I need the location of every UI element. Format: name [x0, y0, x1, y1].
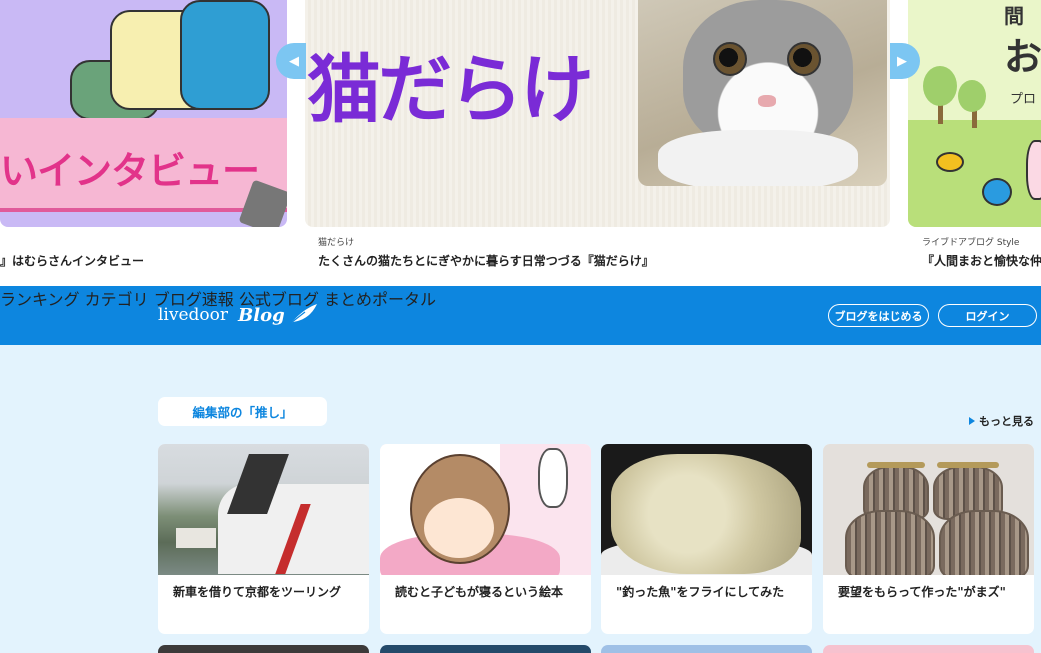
carousel-slide[interactable]: 猫だらけ 猫だらけ たくさんの猫たちとにぎやかに暮らす日常つづる『猫だらけ』	[305, 0, 890, 286]
illustration-shape	[908, 120, 1041, 227]
card-title: 要望をもらって作った"がまズ"	[838, 585, 1006, 599]
more-link-label: もっと見る	[979, 415, 1034, 428]
chevron-right-icon: ▶	[897, 53, 907, 69]
illustration-shape	[939, 510, 1029, 575]
logo-text: livedoor	[158, 305, 229, 325]
card-title: 新車を借りて京都をツーリング	[173, 585, 342, 599]
article-card[interactable]	[380, 645, 591, 653]
cat-eye	[787, 42, 821, 76]
slide-caption[interactable]: 』はむらさんインタビュー	[0, 252, 144, 269]
banner-text: 猫だらけ	[307, 47, 594, 133]
illustration-shape	[982, 178, 1012, 206]
nav-link-category[interactable]: カテゴリ	[85, 290, 149, 309]
banner-text: いインタビュー	[0, 149, 260, 193]
slide-banner-image[interactable]: いインタビュー	[0, 0, 287, 227]
article-card[interactable]	[601, 645, 812, 653]
login-button[interactable]: ログイン	[938, 304, 1037, 327]
banner-text: プロ	[1010, 92, 1037, 107]
slide-source: ライブドアブログ Style	[922, 238, 1020, 248]
illustration-shape	[958, 80, 986, 112]
logo-blog-text: Blog	[238, 304, 285, 326]
article-card[interactable]: 新車を借りて京都をツーリング	[158, 444, 369, 634]
site-logo[interactable]: livedoor Blog	[158, 300, 319, 330]
slide-banner-image[interactable]: 間 お プロ	[908, 0, 1041, 227]
slide-banner-image[interactable]: 猫だらけ	[305, 0, 890, 227]
banner-text: 間	[1004, 4, 1024, 28]
main-content: 編集部の「推し」 もっと見る 新車を借りて京都をツーリング 読むと子どもが寝ると…	[0, 345, 1041, 653]
article-card[interactable]: 要望をもらって作った"がまズ"	[823, 444, 1034, 634]
article-card[interactable]: 読むと子どもが寝るという絵本	[380, 444, 591, 634]
card-thumbnail	[601, 444, 812, 575]
illustration-shape	[923, 66, 957, 106]
illustration-shape	[538, 448, 568, 508]
carousel-slide[interactable]: いインタビュー 』はむらさんインタビュー	[0, 0, 290, 286]
illustration-shape	[1026, 140, 1041, 200]
illustration-shape	[180, 0, 270, 110]
card-thumbnail	[823, 444, 1034, 575]
card-title: "釣った魚"をフライにしてみた	[616, 585, 785, 599]
more-link[interactable]: もっと見る	[969, 413, 1034, 429]
start-blog-button[interactable]: ブログをはじめる	[828, 304, 929, 327]
cat-face	[683, 0, 853, 150]
illustration-shape	[936, 152, 964, 172]
illustration-shape	[845, 510, 935, 575]
illustration-shape	[611, 454, 801, 574]
card-thumbnail	[380, 444, 591, 575]
card-thumbnail	[158, 444, 369, 575]
banner-text: お	[1004, 35, 1041, 79]
carousel-prev-button[interactable]: ◀	[276, 43, 306, 79]
card-title: 読むと子どもが寝るという絵本	[395, 585, 564, 599]
article-card[interactable]	[823, 645, 1034, 653]
slide-caption[interactable]: 『人間まおと愉快な仲	[922, 252, 1041, 269]
illustration-shape	[176, 528, 216, 548]
cat-body	[658, 130, 858, 186]
section-title: 編集部の「推し」	[158, 397, 327, 426]
global-header: livedoor Blog ランキング カテゴリ ブログ速報 公式ブログ まとめ…	[0, 286, 1041, 345]
triangle-right-icon	[969, 417, 975, 425]
illustration-shape	[867, 462, 925, 468]
nav-link-matome-portal[interactable]: まとめポータル	[324, 290, 436, 309]
illustration-shape	[424, 498, 494, 558]
carousel-slide[interactable]: 間 お プロ ライブドアブログ Style 『人間まおと愉快な仲	[908, 0, 1041, 286]
article-card[interactable]	[158, 645, 369, 653]
article-card[interactable]: "釣った魚"をフライにしてみた	[601, 444, 812, 634]
chevron-left-icon: ◀	[289, 53, 299, 69]
cat-eye	[713, 42, 747, 76]
illustration-shape	[937, 462, 999, 468]
cat-nose	[758, 95, 776, 107]
feather-icon	[286, 304, 317, 327]
nav-link-ranking[interactable]: ランキング	[0, 290, 80, 309]
slide-source: 猫だらけ	[318, 238, 355, 248]
cat-photo	[638, 0, 887, 186]
featured-carousel: いインタビュー 』はむらさんインタビュー 猫だらけ 猫だらけ たくさんの猫たちと…	[0, 0, 1041, 286]
slide-caption[interactable]: たくさんの猫たちとにぎやかに暮らす日常つづる『猫だらけ』	[318, 252, 654, 269]
